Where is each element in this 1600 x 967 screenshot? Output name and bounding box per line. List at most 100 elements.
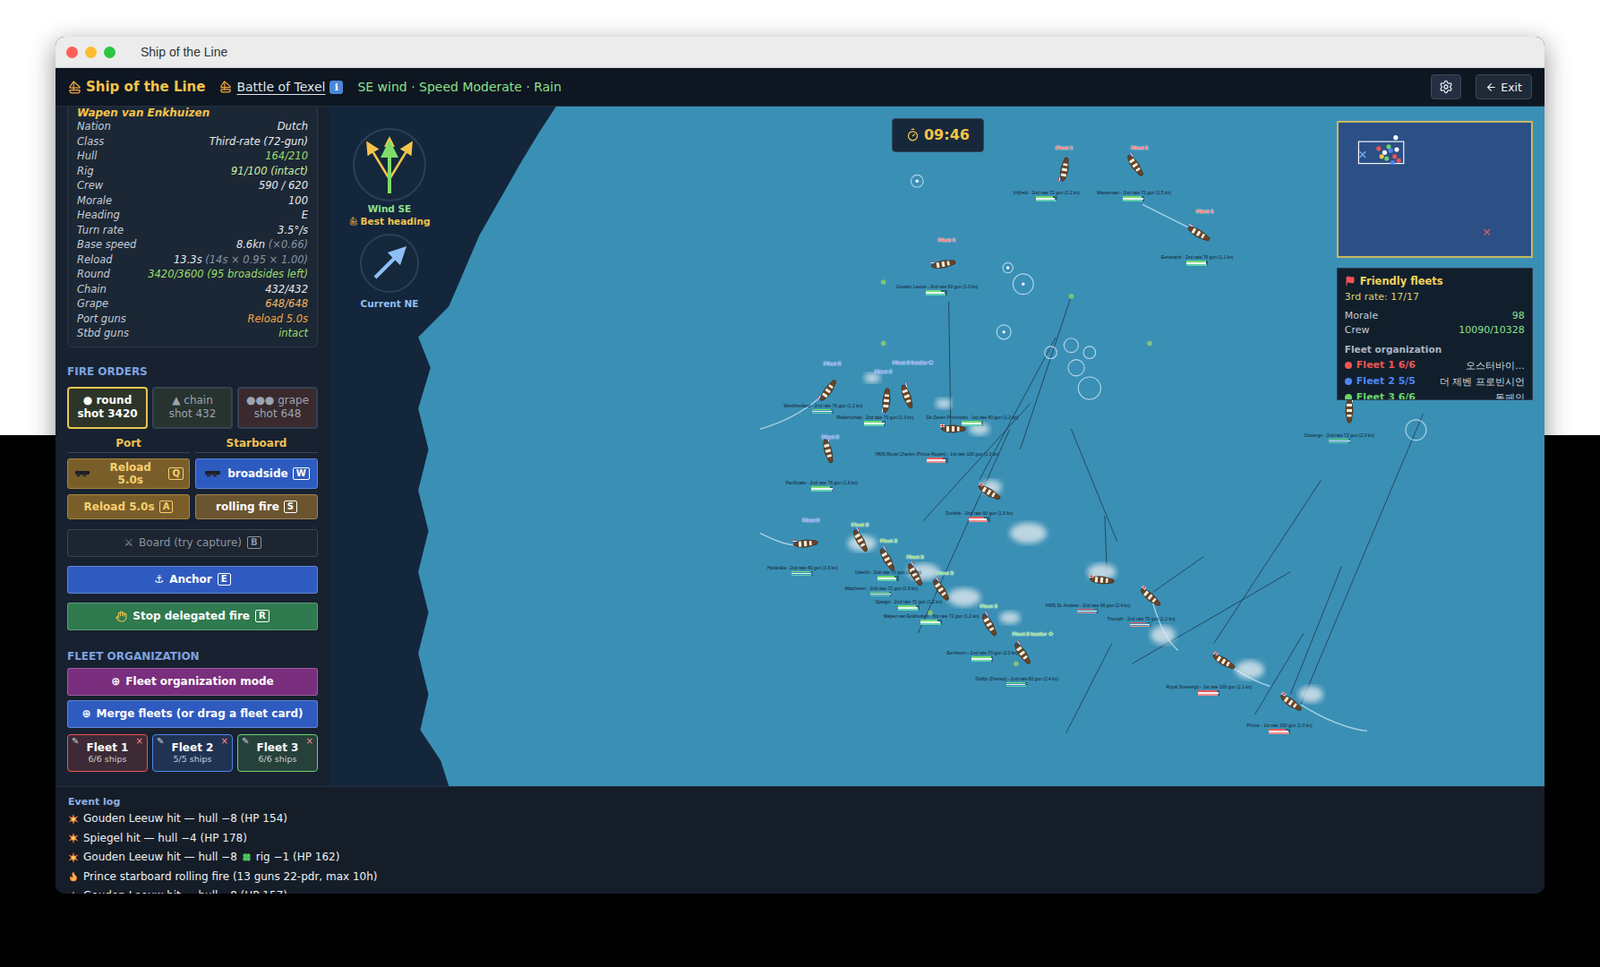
event-log-title: Event log	[68, 795, 1532, 810]
fleet-tag: Fleet 1	[938, 237, 956, 243]
minimize-light[interactable]	[85, 46, 97, 59]
fleet-card-name: Fleet 1	[86, 741, 129, 754]
fleet-tag: Fleet 1	[1055, 145, 1073, 151]
ship-name: Westfriesland - 2nd rate 76 gun (1.2 kn)	[783, 402, 863, 409]
battle-name[interactable]: Battle of Texel	[236, 79, 326, 95]
ship-bar	[877, 579, 899, 582]
info-badge[interactable]: ℹ	[329, 80, 343, 95]
flag-icon	[1344, 275, 1356, 287]
info-row: Stbd gunsintact	[77, 325, 309, 342]
anchor-button[interactable]: ⚓AnchorE	[67, 565, 318, 594]
settings-button[interactable]	[1430, 74, 1462, 100]
event-log-entry: Gouden Leeuw hit — hull −8rig −1 (HP 162…	[68, 847, 1532, 868]
fleet-tag: Fleet 2	[821, 434, 839, 440]
side-header: Starboard	[195, 436, 318, 454]
fleet-tag: Fleet 2 leader ★	[892, 358, 933, 365]
cannon-icon	[73, 469, 93, 478]
panel-fleet-row[interactable]: Fleet 3 6/6돌페인	[1344, 389, 1525, 401]
fire-button[interactable]: Reload 5.0sQ	[67, 458, 190, 489]
battle-conditions: SE wind · Speed Moderate · Rain	[357, 79, 562, 95]
ammo-button[interactable]: ● roundshot 3420	[67, 386, 148, 429]
edit-fleet-button[interactable]: ✎	[156, 735, 164, 746]
ship-label: Royal Sovereign - 1st rate 100 gun (1.1 …	[1166, 684, 1253, 696]
ship-bar	[920, 623, 942, 625]
ship-name: Walcheren - 2nd rate 72 gun (1.6 kn)	[845, 585, 919, 591]
ship-bar-fill	[971, 659, 992, 662]
panel-fleet-leader: 오스터바이…	[1465, 357, 1525, 374]
ship-bar-fill	[898, 608, 919, 611]
ship-bars	[870, 591, 892, 598]
info-row: Rig91/100 (intact)	[77, 163, 309, 180]
info-label: Hull	[77, 148, 97, 164]
stop-button[interactable]: Stop delegated fireR	[67, 602, 318, 631]
ship-name: Oostergo - 2nd rate 72 gun (2.0 kn)	[1303, 432, 1374, 438]
fleet-tag: Fleet 3	[906, 554, 925, 560]
ship[interactable]	[1344, 397, 1354, 425]
ship-label: Eendracht - 2nd rate 76 gun (1.1 kn)	[1161, 254, 1234, 266]
fire-button[interactable]: Reload 5.0sA	[67, 494, 190, 520]
panel-fleet-leader: 더 제벤 프로빈시언	[1439, 373, 1525, 390]
sailboat-icon	[68, 80, 82, 95]
ship-bars	[791, 571, 813, 577]
ammo-button[interactable]: ●●● grapeshot 648	[237, 386, 318, 429]
ammo-button[interactable]: ▲ chainshot 432	[152, 386, 233, 429]
fire-button[interactable]: rolling fireS	[195, 494, 318, 520]
panel-fleet-row[interactable]: Fleet 1 6/6오스터바이…	[1344, 357, 1525, 374]
minimap[interactable]	[1336, 120, 1533, 258]
edit-fleet-button[interactable]: ✎	[241, 735, 249, 746]
fleet-card[interactable]: ✎×Fleet 25/5 ships	[152, 734, 233, 772]
battle-link[interactable]: Battle of Texelℹ	[219, 79, 343, 95]
info-value: 432/432	[265, 282, 309, 298]
key-badge: W	[292, 467, 310, 480]
remove-fleet-button[interactable]: ×	[136, 735, 144, 746]
panel-fleet-row[interactable]: Fleet 2 5/5더 제벤 프로빈시언	[1344, 373, 1525, 390]
ship-bars	[812, 409, 834, 415]
ship-label: Walcheren - 2nd rate 72 gun (1.6 kn)	[845, 585, 919, 598]
ship-name: Royal Sovereign - 1st rate 100 gun (1.1 …	[1166, 684, 1253, 690]
info-label: Round	[77, 266, 111, 283]
info-detail: (×0.66)	[265, 238, 309, 251]
battle-map[interactable]: Fleet 1 Vrijheid - 2nd rate 72 gun (1.2 k…	[329, 106, 1545, 787]
edit-fleet-button[interactable]: ✎	[71, 735, 79, 746]
ship-bars	[898, 605, 920, 611]
ship-name: HMS St. Andrew - 2nd rate 66 gun (2.4 kn…	[1045, 602, 1131, 608]
zoom-light[interactable]	[103, 46, 116, 59]
ship-bar	[968, 520, 991, 522]
fleet-cards: ✎×Fleet 16/6 ships✎×Fleet 25/5 ships✎×Fl…	[67, 734, 318, 772]
info-row: Reload13.3s (14s × 0.95 × 1.00)	[77, 252, 309, 268]
ship-name: Spiegel - 2nd rate 70 gun (1.2 kn)	[875, 598, 943, 605]
ship-info-name: Wapen van Enkhuizen	[77, 106, 309, 120]
ship-bar	[1328, 442, 1351, 445]
hand-icon	[115, 610, 128, 623]
exit-button[interactable]: Exit	[1475, 74, 1532, 100]
ship-name: Vrijheid - 2nd rate 72 gun (1.2 kn)	[1013, 189, 1080, 196]
fleet-org-button[interactable]: ⊕Fleet organization mode	[67, 667, 318, 696]
ship-label: Spiegel - 2nd rate 70 gun (1.2 kn)	[875, 598, 943, 611]
fleet-tag: Fleet 3	[980, 603, 998, 609]
ship-name: Dunkirk - 2nd rate 60 gun (1.5 kn)	[945, 510, 1013, 516]
fire-button[interactable]: broadsideW	[195, 458, 318, 489]
panel-rate: 3rd rate: 17/17	[1344, 289, 1525, 306]
ship-label: Ridderschap - 2nd rate 70 gun (1.3 kn)	[836, 414, 914, 427]
ship-bar-fill	[864, 424, 884, 427]
ship-bar-fill	[1006, 685, 1027, 688]
fleet-org-button[interactable]: ⊕Merge fleets (or drag a fleet card)	[67, 700, 318, 728]
board-button[interactable]: ⚔Board (try capture)B	[67, 529, 318, 557]
ship-bar-fill	[877, 579, 898, 582]
burst-icon	[68, 832, 79, 844]
fleet-tag: Fleet 2	[802, 517, 820, 523]
ship-name: Ridderschap - 2nd rate 70 gun (1.3 kn)	[836, 414, 914, 420]
fleet-card[interactable]: ✎×Fleet 36/6 ships	[237, 734, 318, 772]
ship-bar-fill	[1129, 625, 1150, 628]
fire-row: Reload 5.0sArolling fireS	[67, 494, 318, 520]
ship-bar	[1077, 612, 1099, 615]
close-light[interactable]	[66, 46, 78, 59]
info-value: 8.6kn (×0.66)	[236, 237, 309, 253]
fleet-tag: Fleet 3 leader ★	[1012, 630, 1053, 637]
fleet-card[interactable]: ✎×Fleet 16/6 ships	[67, 734, 148, 772]
remove-fleet-button[interactable]: ×	[306, 735, 314, 746]
remove-fleet-button[interactable]: ×	[221, 735, 229, 746]
ship-bars	[920, 619, 942, 625]
info-value: E	[301, 207, 309, 223]
ship-bars	[1197, 690, 1220, 696]
